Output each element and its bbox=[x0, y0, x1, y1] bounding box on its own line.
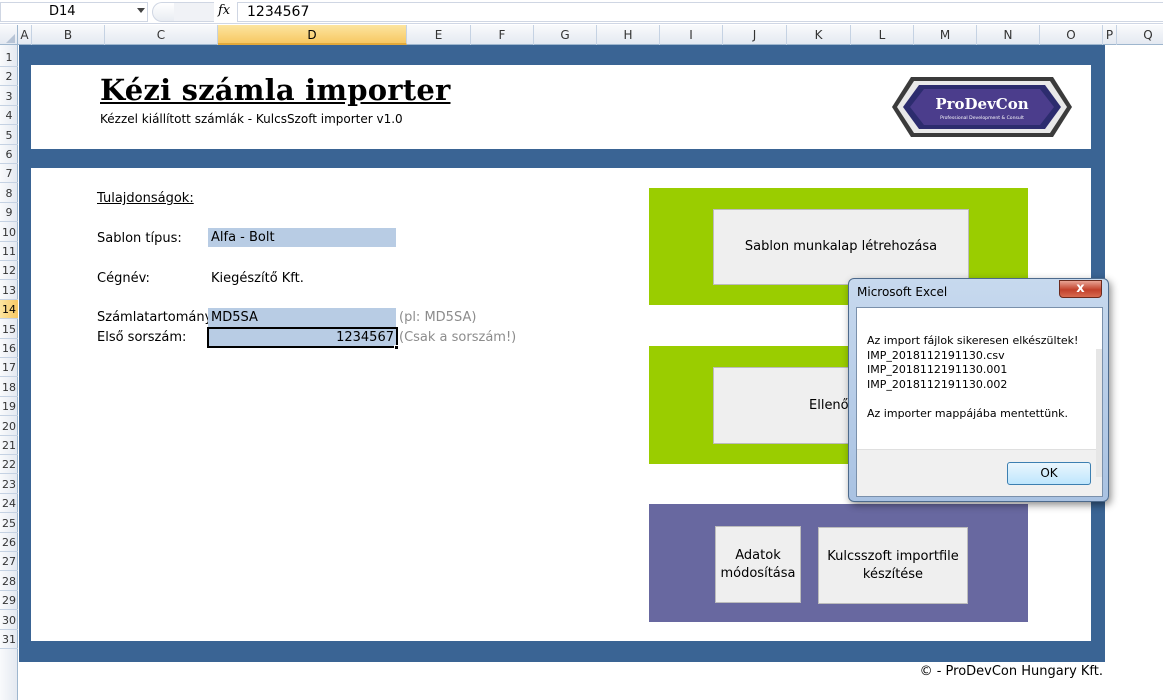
column-header[interactable]: J bbox=[723, 25, 787, 45]
row-header[interactable]: 19 bbox=[0, 397, 18, 417]
column-header[interactable]: G bbox=[534, 25, 597, 45]
row-header[interactable]: 17 bbox=[0, 358, 18, 378]
row-header[interactable]: 1 bbox=[0, 48, 18, 67]
row-header[interactable]: 24 bbox=[0, 494, 18, 514]
template-type-field[interactable]: Alfa - Bolt bbox=[208, 228, 396, 247]
prodevcon-logo: ProDevCon Professional Development & Con… bbox=[892, 77, 1072, 137]
footer-copyright: © - ProDevCon Hungary Kft. bbox=[919, 664, 1103, 679]
row-header[interactable]: 10 bbox=[0, 223, 18, 242]
row-header[interactable]: 3 bbox=[0, 87, 18, 106]
row-header[interactable]: 30 bbox=[0, 611, 18, 630]
row-header[interactable]: 21 bbox=[0, 436, 18, 455]
name-box[interactable]: D14 bbox=[0, 2, 148, 22]
column-header[interactable]: H bbox=[597, 25, 660, 45]
dialog-close-button[interactable]: x bbox=[1059, 280, 1102, 298]
row-header[interactable]: 31 bbox=[0, 630, 18, 649]
company-name-value: Kiegészítő Kft. bbox=[211, 271, 304, 286]
row-header[interactable]: 29 bbox=[0, 591, 18, 611]
row-header[interactable]: 20 bbox=[0, 417, 18, 436]
column-header[interactable]: P bbox=[1103, 25, 1117, 45]
make-import-file-button[interactable]: Kulcsszoft importfile készítése bbox=[818, 527, 968, 604]
message-dialog: Microsoft Excel x Az import fájlok siker… bbox=[848, 278, 1109, 502]
row-header[interactable]: 22 bbox=[0, 455, 18, 475]
row-header[interactable]: 8 bbox=[0, 184, 18, 203]
make-import-label-1: Kulcsszoft importfile bbox=[827, 548, 959, 564]
dialog-title: Microsoft Excel bbox=[857, 285, 948, 299]
company-name-label: Cégnév: bbox=[97, 271, 150, 286]
row-header[interactable]: 6 bbox=[0, 145, 18, 164]
formula-input[interactable]: 1234567 bbox=[237, 2, 1163, 22]
first-number-label: Első sorszám: bbox=[97, 330, 187, 345]
name-box-dropdown-icon[interactable] bbox=[137, 8, 145, 13]
row-header[interactable]: 11 bbox=[0, 242, 18, 261]
first-number-field[interactable]: 1234567 bbox=[207, 327, 398, 348]
column-header[interactable]: I bbox=[660, 25, 723, 45]
insert-function-icon[interactable]: fx bbox=[218, 3, 230, 18]
page-title: Kézi számla importer bbox=[100, 73, 451, 107]
excel-window: D14 fx 1234567 ABCDEFGHIJKLMNOPQ 1234567… bbox=[0, 0, 1163, 700]
select-all-icon bbox=[6, 34, 15, 43]
first-number-hint: (Csak a sorszám!) bbox=[399, 330, 517, 345]
row-header[interactable]: 14 bbox=[0, 300, 18, 320]
select-all-corner[interactable] bbox=[0, 25, 18, 45]
row-header[interactable]: 27 bbox=[0, 552, 18, 572]
row-header[interactable]: 13 bbox=[0, 281, 18, 300]
logo-tagline: Professional Development & Consult bbox=[940, 115, 1024, 121]
formula-bar: D14 fx 1234567 bbox=[0, 0, 1163, 24]
column-header[interactable]: D bbox=[218, 25, 407, 45]
row-header[interactable]: 26 bbox=[0, 533, 18, 552]
dialog-edge bbox=[1096, 349, 1102, 477]
row-header[interactable]: 5 bbox=[0, 126, 18, 145]
column-header[interactable]: M bbox=[914, 25, 977, 45]
row-header[interactable]: 16 bbox=[0, 339, 18, 358]
formula-bar-gap bbox=[174, 2, 214, 22]
column-header[interactable]: L bbox=[851, 25, 914, 45]
column-header[interactable]: B bbox=[32, 25, 105, 45]
column-headers: ABCDEFGHIJKLMNOPQ bbox=[0, 25, 1163, 45]
dialog-body: Az import fájlok sikeresen elkészültek! … bbox=[856, 307, 1103, 497]
create-template-button[interactable]: Sablon munkalap létrehozása bbox=[713, 209, 969, 285]
column-header[interactable]: E bbox=[407, 25, 471, 45]
dialog-message: Az import fájlok sikeresen elkészültek! … bbox=[867, 334, 1079, 420]
row-header[interactable]: 12 bbox=[0, 261, 18, 281]
row-header[interactable]: 18 bbox=[0, 378, 18, 397]
edit-data-button[interactable]: Adatok módosítása bbox=[715, 526, 801, 603]
edit-data-label-1: Adatok bbox=[735, 547, 781, 563]
page-subtitle: Kézzel kiállított számlák - KulcsSzoft i… bbox=[100, 112, 403, 126]
invoice-range-field[interactable]: MD5SA bbox=[208, 308, 396, 327]
column-header[interactable]: N bbox=[977, 25, 1040, 45]
invoice-range-label: Számlatartomány: bbox=[97, 310, 216, 325]
row-header[interactable]: 9 bbox=[0, 203, 18, 223]
invoice-range-hint: (pl: MD5SA) bbox=[399, 310, 477, 325]
row-header[interactable]: 23 bbox=[0, 475, 18, 494]
template-type-label: Sablon típus: bbox=[97, 231, 182, 246]
column-header[interactable]: Q bbox=[1117, 25, 1163, 45]
make-import-label-2: készítése bbox=[862, 566, 924, 582]
properties-heading: Tulajdonságok: bbox=[97, 191, 194, 206]
formula-bar-splitter[interactable] bbox=[152, 2, 174, 22]
ok-button[interactable]: OK bbox=[1007, 462, 1091, 485]
column-header[interactable]: O bbox=[1040, 25, 1103, 45]
row-header[interactable]: 25 bbox=[0, 514, 18, 533]
column-header[interactable]: A bbox=[18, 25, 32, 45]
row-header[interactable]: 7 bbox=[0, 164, 18, 184]
dialog-button-bar: OK bbox=[857, 449, 1102, 496]
logo-text: ProDevCon bbox=[935, 95, 1028, 113]
row-header[interactable]: 4 bbox=[0, 106, 18, 126]
column-header[interactable]: K bbox=[787, 25, 851, 45]
column-header[interactable]: C bbox=[105, 25, 218, 45]
row-header[interactable]: 28 bbox=[0, 572, 18, 591]
edit-data-label-2: módosítása bbox=[720, 565, 796, 581]
row-headers: 1 2 3 4 5 6 7 8 9 10 11 12 13 14 15 16 17 18 19 20 21 22 23 24 2… bbox=[0, 45, 18, 700]
column-header[interactable]: F bbox=[471, 25, 534, 45]
row-header[interactable]: 2 bbox=[0, 67, 18, 87]
row-header[interactable]: 15 bbox=[0, 320, 18, 339]
fill-handle[interactable] bbox=[394, 345, 399, 350]
